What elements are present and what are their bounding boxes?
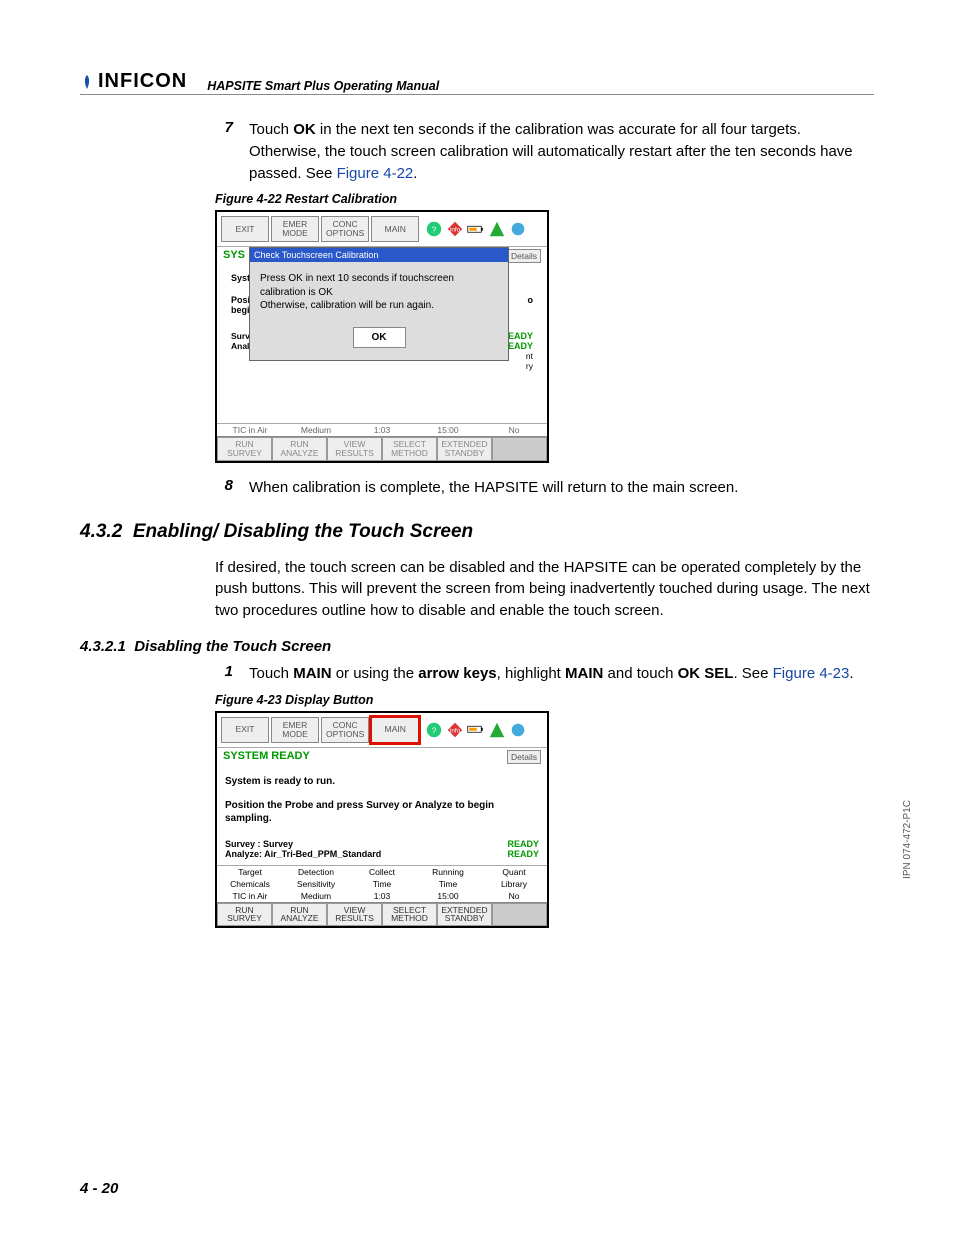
section-4-3-2-para: If desired, the touch screen can be disa… bbox=[215, 557, 874, 622]
system-ready-truncated: SYS bbox=[223, 249, 245, 263]
run-survey-button[interactable]: RUNSURVEY bbox=[217, 903, 272, 927]
ipn-code: IPN 074-472-P1C bbox=[902, 800, 913, 879]
emer-mode-button[interactable]: EMERMODE bbox=[271, 717, 319, 743]
globe-icon bbox=[509, 721, 527, 739]
svg-text:info: info bbox=[450, 727, 461, 734]
help-icon[interactable]: ? bbox=[425, 721, 443, 739]
conc-options-button[interactable]: CONCOPTIONS bbox=[321, 216, 369, 242]
figure-link[interactable]: Figure 4-22 bbox=[337, 165, 414, 182]
figure-4-22-device: EXIT EMERMODE CONCOPTIONS MAIN ? info SY… bbox=[215, 210, 549, 463]
analyze-method: Analyze: Air_Tri-Bed_PPM_Standard bbox=[225, 849, 381, 859]
blank-foot-button bbox=[492, 903, 547, 927]
view-results-button[interactable]: VIEWRESULTS bbox=[327, 437, 382, 461]
section-4-3-2-1-heading: 4.3.2.1 Disabling the Touch Screen bbox=[80, 638, 874, 655]
svg-text:info: info bbox=[450, 227, 461, 234]
battery-icon bbox=[467, 220, 485, 238]
view-results-button[interactable]: VIEWRESULTS bbox=[327, 903, 382, 927]
position-probe-text: Position the Probe and press Survey or A… bbox=[225, 799, 539, 825]
battery-icon bbox=[467, 721, 485, 739]
step-number: 1 bbox=[215, 663, 233, 685]
page-number: 4 - 20 bbox=[80, 1180, 118, 1197]
figure-4-23-device: EXIT EMERMODE CONCOPTIONS MAIN ? info SY… bbox=[215, 711, 549, 929]
step-number: 8 bbox=[215, 477, 233, 499]
run-analyze-button[interactable]: RUNANALYZE bbox=[272, 903, 327, 927]
emer-mode-button[interactable]: EMERMODE bbox=[271, 216, 319, 242]
blank-foot-button bbox=[492, 437, 547, 461]
analyze-ready: READY bbox=[507, 849, 539, 859]
calibration-dialog: Check Touchscreen Calibration Press OK i… bbox=[249, 247, 509, 361]
brand-text: INFICON bbox=[98, 70, 187, 93]
svg-text:?: ? bbox=[432, 726, 437, 735]
brand-logo: INFICON bbox=[80, 70, 187, 93]
select-method-button[interactable]: SELECTMETHOD bbox=[382, 903, 437, 927]
extended-standby-button[interactable]: EXTENDEDSTANDBY bbox=[437, 437, 492, 461]
globe-icon bbox=[509, 220, 527, 238]
info-icon[interactable]: info bbox=[446, 721, 464, 739]
survey-ready: READY bbox=[507, 839, 539, 849]
dialog-title: Check Touchscreen Calibration bbox=[250, 248, 508, 262]
warning-icon bbox=[488, 721, 506, 739]
dialog-line2: Otherwise, calibration will be run again… bbox=[260, 299, 498, 313]
main-button-highlighted[interactable]: MAIN bbox=[371, 717, 419, 743]
figure-link[interactable]: Figure 4-23 bbox=[773, 665, 850, 682]
info-icon[interactable]: info bbox=[446, 220, 464, 238]
step-8-text: When calibration is complete, the HAPSIT… bbox=[249, 477, 874, 499]
help-icon[interactable]: ? bbox=[425, 220, 443, 238]
extended-standby-button[interactable]: EXTENDEDSTANDBY bbox=[437, 903, 492, 927]
ok-button[interactable]: OK bbox=[353, 327, 406, 349]
inficon-icon bbox=[80, 73, 94, 91]
exit-button[interactable]: EXIT bbox=[221, 717, 269, 743]
ready-to-run-text: System is ready to run. bbox=[225, 776, 539, 787]
section-4-3-2-heading: 4.3.2 Enabling/ Disabling the Touch Scre… bbox=[80, 521, 874, 543]
conc-options-button[interactable]: CONCOPTIONS bbox=[321, 717, 369, 743]
svg-text:?: ? bbox=[432, 226, 437, 235]
survey-method: Survey : Survey bbox=[225, 839, 293, 849]
dialog-line1: Press OK in next 10 seconds if touchscre… bbox=[260, 272, 498, 299]
figure-4-22-caption: Figure 4-22 Restart Calibration bbox=[215, 192, 874, 206]
doc-title: HAPSITE Smart Plus Operating Manual bbox=[207, 79, 439, 93]
step-7-text: Touch OK in the next ten seconds if the … bbox=[249, 119, 874, 184]
system-ready-label: SYSTEM READY bbox=[223, 750, 310, 764]
details-button[interactable]: Details bbox=[507, 249, 541, 263]
step-1-text: Touch MAIN or using the arrow keys, high… bbox=[249, 663, 874, 685]
run-survey-button[interactable]: RUNSURVEY bbox=[217, 437, 272, 461]
warning-icon bbox=[488, 220, 506, 238]
figure-4-23-caption: Figure 4-23 Display Button bbox=[215, 693, 874, 707]
select-method-button[interactable]: SELECTMETHOD bbox=[382, 437, 437, 461]
step-number: 7 bbox=[215, 119, 233, 184]
main-button[interactable]: MAIN bbox=[371, 216, 419, 242]
run-analyze-button[interactable]: RUNANALYZE bbox=[272, 437, 327, 461]
details-button[interactable]: Details bbox=[507, 750, 541, 764]
exit-button[interactable]: EXIT bbox=[221, 216, 269, 242]
